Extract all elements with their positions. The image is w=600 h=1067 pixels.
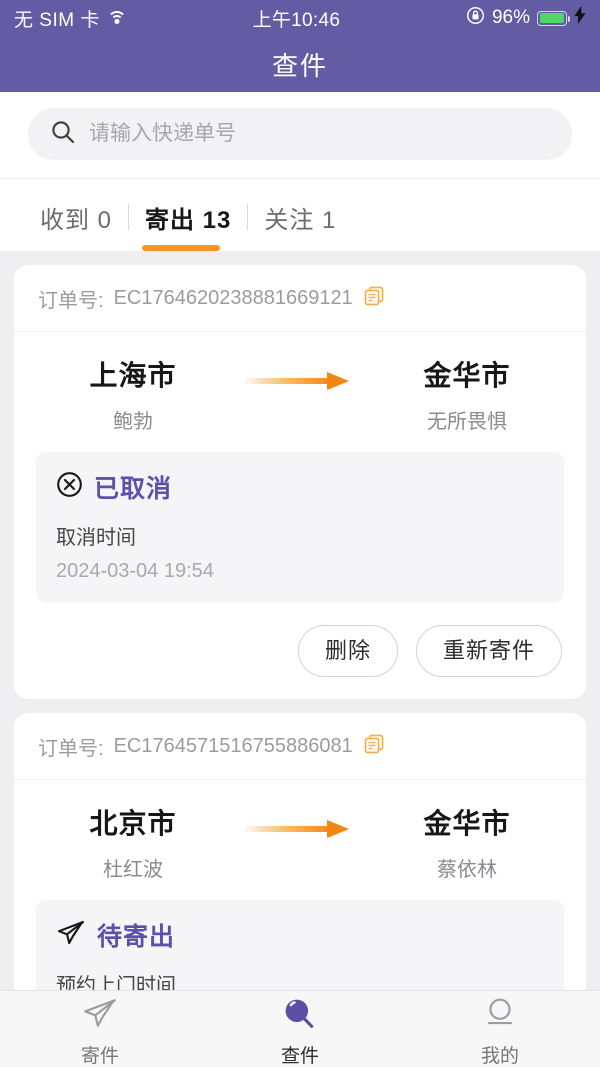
nav-label-profile: 我的 (480, 1046, 519, 1067)
copy-icon[interactable] (363, 285, 385, 313)
tab-received[interactable]: 收到 0 (24, 200, 128, 235)
nav-label-send: 寄件 (80, 1046, 119, 1067)
tab-list: 收到 0 寄出 13 关注 1 (0, 189, 600, 245)
paper-plane-icon (82, 997, 118, 1035)
status-time-value: 2024-03-04 19:54 (56, 560, 214, 582)
rotation-lock-icon (466, 6, 485, 31)
destination-city: 金华市 (423, 360, 511, 391)
status-badge: 待寄出 (97, 923, 176, 951)
destination-city: 金华市 (423, 808, 511, 839)
nav-label-track: 查件 (280, 1046, 319, 1067)
order-card[interactable]: 订单号: EC1764620238881669121 上海市 鲍勃 金华市 无所… (14, 265, 586, 699)
battery-percent-label: 96% (491, 7, 530, 28)
origin-city: 上海市 (89, 360, 177, 391)
tab-followed[interactable]: 关注 1 (248, 200, 352, 235)
status-time-label: 取消时间 (56, 527, 136, 549)
status-badge: 已取消 (94, 475, 173, 503)
nav-item-profile[interactable]: 我的 (400, 990, 600, 1067)
nav-item-send[interactable]: 寄件 (0, 990, 200, 1067)
tab-strip: 收到 0 寄出 13 关注 1 (0, 178, 600, 251)
lightning-bolt-icon (574, 6, 586, 30)
search-icon (50, 119, 76, 150)
origin: 上海市 鲍勃 (38, 354, 228, 434)
arrow-right-icon (228, 354, 372, 394)
battery-icon (537, 10, 570, 26)
status-bar-left: 无 SIM 卡 (14, 5, 127, 32)
search-bar[interactable] (28, 108, 572, 160)
destination-person: 无所畏惧 (427, 411, 507, 433)
route-row: 上海市 鲍勃 金华市 无所畏惧 (14, 332, 586, 442)
order-number-label: 订单号: (38, 290, 104, 312)
order-status-box: 已取消 取消时间 2024-03-04 19:54 (36, 452, 564, 603)
order-number-row: 订单号: EC1764620238881669121 (14, 265, 586, 332)
paper-plane-icon (56, 919, 86, 951)
status-row: 已取消 (56, 469, 544, 505)
order-number-row: 订单号: EC1764571516755886081 (14, 713, 586, 780)
app-root: 无 SIM 卡 上午10:46 96% 查件 收到 0 (0, 0, 600, 1067)
origin: 北京市 杜红波 (38, 802, 228, 882)
search-input[interactable] (89, 122, 550, 146)
page-title: 查件 (0, 36, 600, 92)
order-number-label: 订单号: (38, 738, 104, 760)
status-row: 待寄出 (56, 917, 544, 953)
status-bar-clock: 上午10:46 (252, 9, 341, 31)
carrier-label: 无 SIM 卡 (14, 9, 100, 31)
destination: 金华市 蔡依林 (372, 802, 562, 882)
nav-item-track[interactable]: 查件 (200, 990, 400, 1067)
magnifier-icon (282, 997, 318, 1035)
search-section (0, 92, 600, 178)
origin-person: 鲍勃 (113, 411, 153, 433)
route-row: 北京市 杜红波 金华市 蔡依林 (14, 780, 586, 890)
copy-icon[interactable] (363, 733, 385, 761)
order-number-value: EC1764571516755886081 (113, 735, 353, 757)
status-bar: 无 SIM 卡 上午10:46 96% (0, 0, 600, 36)
arrow-right-icon (228, 802, 372, 842)
bottom-nav: 寄件 查件 我的 (0, 990, 600, 1067)
tab-sent[interactable]: 寄出 13 (129, 200, 247, 235)
order-list[interactable]: 订单号: EC1764620238881669121 上海市 鲍勃 金华市 无所… (0, 251, 600, 1067)
order-actions: 删除 重新寄件 (14, 603, 586, 699)
person-icon (482, 997, 518, 1035)
wifi-icon (107, 10, 127, 26)
order-number-value: EC1764620238881669121 (113, 287, 353, 309)
resend-button[interactable]: 重新寄件 (415, 625, 562, 677)
origin-city: 北京市 (89, 808, 177, 839)
delete-button[interactable]: 删除 (297, 625, 398, 677)
status-bar-right: 96% (466, 6, 586, 31)
destination-person: 蔡依林 (437, 859, 497, 881)
cancel-circle-icon (56, 471, 83, 503)
destination: 金华市 无所畏惧 (372, 354, 562, 434)
origin-person: 杜红波 (103, 859, 163, 881)
